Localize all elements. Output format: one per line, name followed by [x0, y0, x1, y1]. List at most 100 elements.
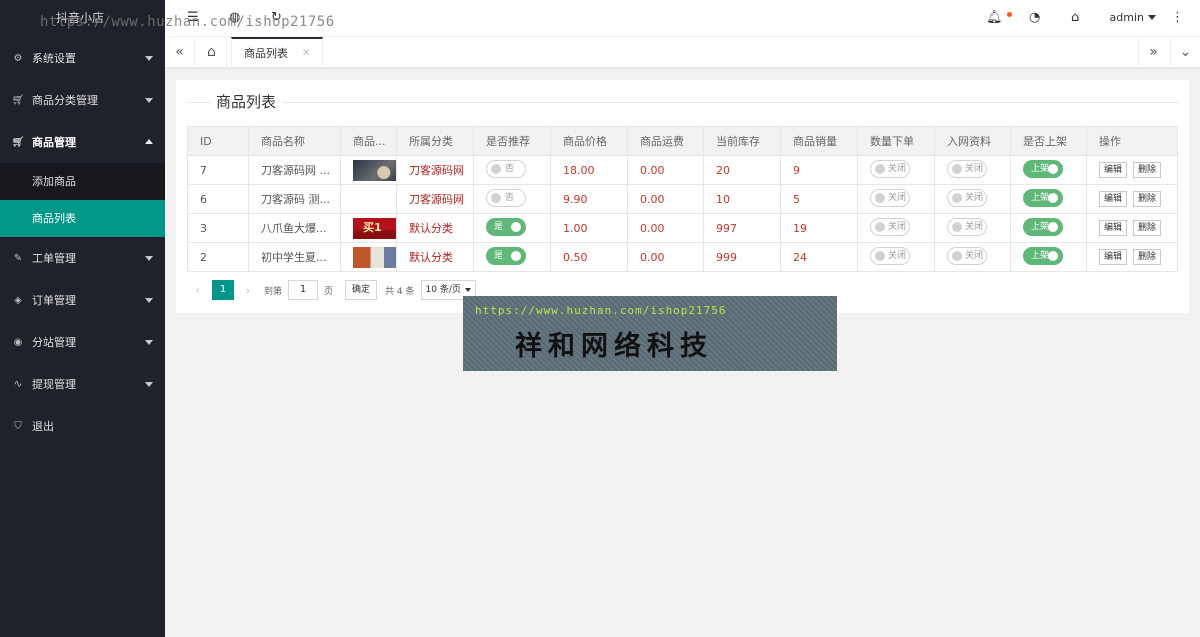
shield-icon: ⛉ [14, 420, 22, 432]
chevron-right-icon[interactable]: › [238, 284, 258, 297]
cell-sales: 9 [780, 155, 858, 185]
column-header[interactable]: 商品销量 [780, 126, 858, 156]
tabs-scroll-right-button[interactable]: » [1138, 37, 1168, 67]
tabs-dropdown-button[interactable]: ⌄ [1170, 37, 1200, 67]
gear-icon: ⚙ [13, 52, 23, 64]
bell-icon[interactable]: 🔔︎ [986, 11, 1003, 25]
column-header[interactable]: 是否推荐 [473, 126, 551, 156]
product-table: ID 商品名称 商品... 所属分类 是否推荐 商品价格 商品运费 当前库存 商… [187, 126, 1178, 272]
sidebar-item-label: 分站管理 [32, 336, 76, 349]
column-header[interactable]: 当前库存 [703, 126, 781, 156]
listed-toggle[interactable]: 上架 [1023, 188, 1063, 207]
more-vertical-icon[interactable]: ⋮ [1171, 11, 1184, 25]
toggle-label: 关闭 [965, 163, 984, 174]
page-size-value: 10 条/页 [425, 285, 461, 295]
listed-toggle[interactable]: 上架 [1023, 159, 1063, 178]
cell-id: 3 [187, 213, 249, 243]
sidebar-item-category-management[interactable]: 🛒︎ 商品分类管理 [0, 79, 165, 121]
cart-icon: 🛒︎ [11, 136, 25, 148]
delete-button[interactable]: 删除 [1133, 249, 1162, 265]
column-header[interactable]: ID [187, 126, 249, 156]
chevron-down-icon [145, 340, 153, 345]
edit-button[interactable]: 编辑 [1099, 191, 1128, 207]
sidebar-subitem-product-list[interactable]: 商品列表 [0, 200, 165, 237]
delete-button[interactable]: 删除 [1133, 162, 1162, 178]
sidebar-item-system-settings[interactable]: ⚙ 系统设置 [0, 37, 165, 79]
user-menu[interactable]: admin [1110, 11, 1156, 24]
listed-toggle[interactable]: 上架 [1023, 217, 1063, 236]
cell-thumb [340, 184, 397, 214]
product-image[interactable] [353, 246, 396, 268]
chevron-down-icon [145, 98, 153, 103]
delete-button[interactable]: 删除 [1133, 220, 1162, 236]
column-header[interactable]: 商品... [340, 126, 397, 156]
toggle-knob [491, 192, 501, 203]
qty-order-toggle[interactable]: 关闭 [870, 217, 910, 236]
sidebar-item-label: 订单管理 [32, 294, 76, 307]
recommend-toggle[interactable]: 否 [486, 188, 526, 207]
cell-recommend: 否 [473, 184, 551, 214]
home-icon[interactable]: ⌂ [197, 37, 227, 67]
cell-category: 刀客源码网 [396, 155, 474, 185]
column-header[interactable]: 商品价格 [550, 126, 628, 156]
edit-button[interactable]: 编辑 [1099, 162, 1128, 178]
sidebar-item-ticket-management[interactable]: ✎ 工单管理 [0, 237, 165, 279]
cell-recommend: 是 [473, 213, 551, 243]
sidebar-item-withdraw-management[interactable]: ∿ 提现管理 [0, 363, 165, 405]
cell-thumb [340, 213, 397, 243]
cell-qty-order: 关闭 [857, 242, 935, 272]
column-header[interactable]: 操作 [1086, 126, 1178, 156]
cell-net-info: 关闭 [934, 242, 1011, 272]
toggle-label: 关闭 [888, 192, 907, 203]
tag-icon[interactable]: ⌂ [1071, 11, 1079, 25]
table-header-row: ID 商品名称 商品... 所属分类 是否推荐 商品价格 商品运费 当前库存 商… [187, 126, 1178, 156]
net-info-toggle[interactable]: 关闭 [947, 246, 987, 265]
recommend-toggle[interactable]: 否 [486, 159, 526, 178]
qty-order-toggle[interactable]: 关闭 [870, 159, 910, 178]
watermark-banner-url: https://www.huzhan.com/ishop21756 [475, 304, 727, 317]
toggle-label: 上架 [1031, 163, 1050, 174]
recommend-toggle[interactable]: 是 [486, 217, 526, 236]
column-header[interactable]: 入网资料 [934, 126, 1011, 156]
pagination-current-page[interactable]: 1 [212, 280, 234, 300]
recommend-toggle[interactable]: 是 [486, 246, 526, 265]
tabs-scroll-left-button[interactable]: « [165, 37, 195, 67]
product-image[interactable] [353, 217, 396, 239]
sidebar-subitem-add-product[interactable]: 添加商品 [0, 163, 165, 200]
sidebar-item-order-management[interactable]: ◈ 订单管理 [0, 279, 165, 321]
column-header[interactable]: 商品运费 [627, 126, 704, 156]
product-image[interactable] [353, 159, 396, 181]
column-header[interactable]: 所属分类 [396, 126, 474, 156]
close-icon[interactable]: ✕ [302, 48, 310, 59]
column-header[interactable]: 数量下单 [857, 126, 935, 156]
qty-order-toggle[interactable]: 关闭 [870, 188, 910, 207]
delete-button[interactable]: 删除 [1133, 191, 1162, 207]
tab-product-list[interactable]: 商品列表 ✕ [231, 37, 324, 67]
cell-sales: 19 [780, 213, 858, 243]
user-name: admin [1109, 11, 1144, 24]
sidebar-item-label: 商品管理 [32, 136, 76, 149]
edit-button[interactable]: 编辑 [1099, 220, 1128, 236]
cell-listed: 上架 [1010, 155, 1087, 185]
qty-order-toggle[interactable]: 关闭 [870, 246, 910, 265]
pagination-total: 共 4 条 [385, 286, 415, 297]
net-info-toggle[interactable]: 关闭 [947, 188, 987, 207]
cell-shipping: 0.00 [627, 213, 704, 243]
cell-net-info: 关闭 [934, 213, 1011, 243]
pagination-confirm-button[interactable]: 确定 [345, 280, 378, 300]
cell-category: 默认分类 [396, 213, 474, 243]
listed-toggle[interactable]: 上架 [1023, 246, 1063, 265]
chevron-left-icon[interactable]: ‹ [188, 284, 208, 297]
sidebar-item-substation-management[interactable]: ◉ 分站管理 [0, 321, 165, 363]
pagination-page-input[interactable]: 1 [288, 280, 319, 300]
product-image[interactable] [353, 188, 396, 210]
sidebar-item-logout[interactable]: ⛉ 退出 [0, 405, 165, 447]
edit-button[interactable]: 编辑 [1099, 249, 1128, 265]
net-info-toggle[interactable]: 关闭 [947, 217, 987, 236]
cell-listed: 上架 [1010, 242, 1087, 272]
sidebar-item-product-management[interactable]: 🛒︎ 商品管理 [0, 121, 165, 163]
column-header[interactable]: 商品名称 [248, 126, 341, 156]
palette-icon[interactable]: ◔ [1029, 11, 1040, 25]
column-header[interactable]: 是否上架 [1010, 126, 1087, 156]
net-info-toggle[interactable]: 关闭 [947, 159, 987, 178]
